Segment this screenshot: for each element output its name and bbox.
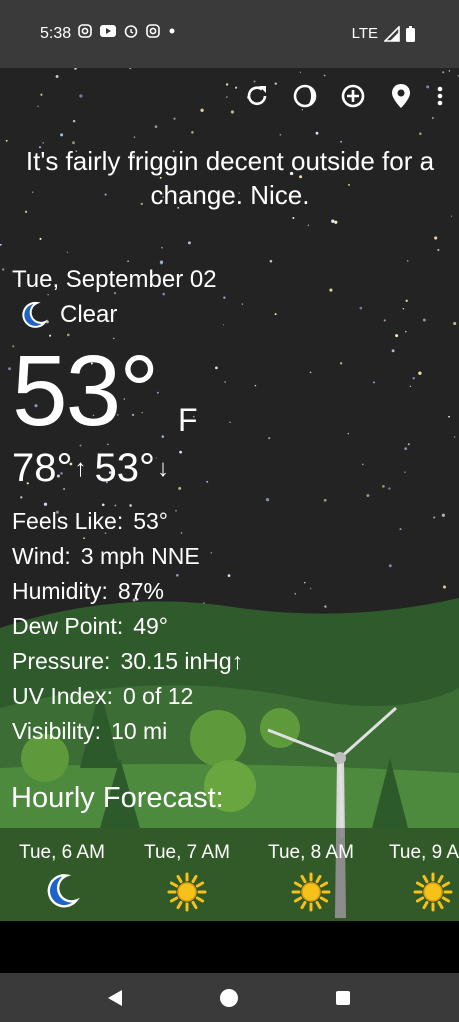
detail-value: 53°	[133, 508, 168, 534]
current-date: Tue, September 02	[12, 266, 217, 293]
home-button[interactable]	[218, 987, 240, 1009]
detail-label: Humidity:	[12, 578, 108, 604]
dot-icon	[169, 28, 175, 34]
recents-button[interactable]	[332, 987, 354, 1009]
back-button[interactable]	[104, 987, 126, 1009]
status-time: 5:38	[40, 25, 72, 42]
detail-wind: Wind: 3 mph NNE	[12, 539, 243, 574]
detail-value: 3 mph NNE	[80, 543, 200, 569]
high-arrow: ↑	[74, 454, 87, 482]
detail-value: 87%	[117, 578, 164, 604]
detail-dew-point: Dew Point: 49°	[12, 609, 243, 644]
detail-uv-index: UV Index: 0 of 12	[12, 679, 243, 714]
detail-humidity: Humidity: 87%	[12, 574, 243, 609]
location-pin-icon	[392, 84, 410, 108]
high-temp: 78°	[12, 446, 73, 490]
add-location-icon	[341, 84, 365, 108]
condition-label: Clear	[60, 301, 118, 328]
hourly-forecast-title: Hourly Forecast:	[11, 782, 224, 814]
low-arrow: ↓	[157, 454, 169, 482]
hourly-time: Tue, 8 AM	[268, 842, 354, 863]
detail-value: 49°	[133, 613, 168, 639]
detail-label: Visibility:	[12, 718, 102, 744]
hourly-time: Tue, 6 AM	[19, 842, 105, 863]
detail-label: UV Index:	[12, 683, 113, 709]
network-label: LTE	[351, 25, 378, 42]
temperature-unit: F	[178, 402, 198, 438]
home-icon	[220, 989, 238, 1007]
more-vert-icon	[437, 86, 443, 106]
hourly-forecast-strip[interactable]: Tue, 6 AM Tue, 7 AM Tue, 8 AM Tue, 9 A	[0, 828, 459, 921]
detail-value: 10 mi	[111, 718, 168, 744]
detail-value: 0 of 12	[123, 683, 194, 709]
alarm-icon	[124, 25, 138, 38]
detail-label: Dew Point:	[12, 613, 124, 639]
refresh-button[interactable]	[243, 82, 271, 110]
youtube-icon	[100, 25, 116, 37]
current-temperature: 53°	[12, 335, 159, 447]
current-condition: Clear	[18, 300, 117, 330]
sun-icon	[413, 872, 453, 912]
battery-icon	[406, 25, 415, 42]
sun-icon	[167, 872, 207, 912]
hourly-card[interactable]: Tue, 6 AM	[2, 842, 122, 910]
toolbar	[243, 82, 445, 110]
moon-icon	[22, 301, 48, 328]
signal-icon	[384, 25, 400, 42]
instagram-icon	[146, 24, 160, 38]
instagram-icon	[78, 24, 92, 38]
status-right: LTE	[352, 25, 415, 42]
hourly-time: Tue, 7 AM	[144, 842, 230, 863]
status-bar: 5:38 LTE	[0, 0, 459, 68]
back-icon	[108, 990, 122, 1006]
moon-phase-button[interactable]	[291, 82, 319, 110]
detail-feels-like: Feels Like: 53°	[12, 504, 243, 539]
high-low-temperatures: 78° ↑ 53° ↓	[12, 446, 177, 491]
detail-visibility: Visibility: 10 mi	[12, 714, 243, 749]
hourly-time: Tue, 9 A	[389, 842, 459, 863]
moon-icon	[47, 874, 80, 908]
moon-phase-icon	[293, 84, 317, 108]
location-button[interactable]	[387, 82, 415, 110]
detail-value: 30.15 inHg↑	[120, 648, 244, 674]
bottom-spacer	[0, 921, 459, 973]
sun-icon	[291, 872, 331, 912]
recents-icon	[336, 991, 350, 1005]
hourly-card[interactable]: Tue, 9 A	[375, 842, 459, 912]
hourly-card[interactable]: Tue, 8 AM	[251, 842, 371, 912]
detail-label: Wind:	[12, 543, 71, 569]
weather-details: Feels Like: 53° Wind: 3 mph NNE Humidity: 8…	[12, 504, 243, 749]
low-temp: 53°	[94, 446, 156, 490]
weather-app: It's fairly friggin decent outside for a…	[0, 68, 459, 921]
more-options-button[interactable]	[435, 82, 445, 110]
detail-label: Pressure:	[12, 648, 111, 674]
add-location-button[interactable]	[339, 82, 367, 110]
refresh-icon	[247, 86, 267, 105]
detail-pressure: Pressure: 30.15 inHg↑	[12, 644, 243, 679]
navigation-bar	[0, 973, 459, 1022]
detail-label: Feels Like:	[12, 508, 124, 534]
hourly-card[interactable]: Tue, 7 AM	[127, 842, 247, 912]
notification-icons	[78, 24, 176, 38]
weather-headline: It's fairly friggin decent outside for a…	[25, 146, 435, 210]
